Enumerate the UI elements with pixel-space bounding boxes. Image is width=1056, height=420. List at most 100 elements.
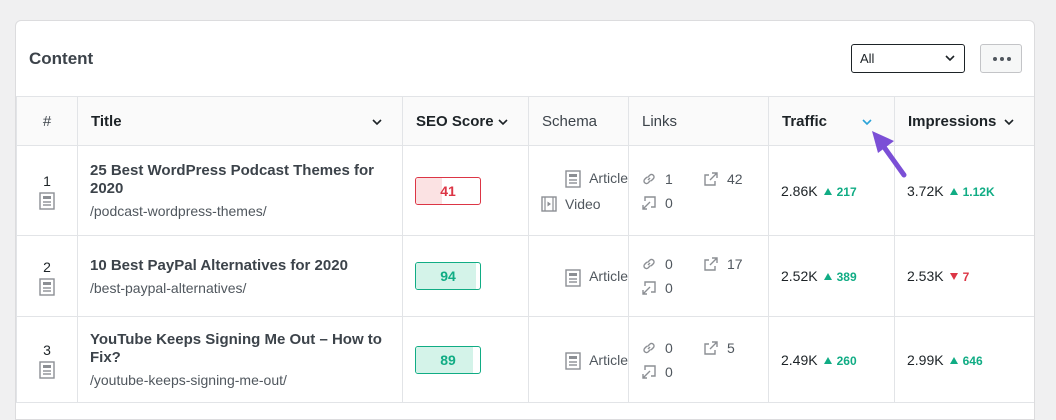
incoming-links: 0 — [641, 280, 703, 296]
column-header-schema: Schema — [528, 96, 629, 146]
incoming-links: 0 — [641, 364, 703, 380]
trend-up-icon — [949, 356, 958, 364]
column-header-links: Links — [628, 96, 769, 146]
links-cell: 0 17 0 — [628, 235, 769, 317]
trend-up-icon — [823, 187, 832, 195]
impressions-cell: 3.72K 1.12K — [894, 145, 1034, 236]
external-link-icon — [704, 171, 718, 186]
chevron-down-icon[interactable] — [497, 116, 509, 128]
row-number-cell: 2 — [16, 235, 78, 317]
traffic-delta-value: 217 — [836, 184, 857, 199]
post-slug: /podcast-wordpress-themes/ — [90, 203, 267, 219]
internal-link-icon — [643, 173, 655, 184]
post-title-link[interactable]: 10 Best PayPal Alternatives for 2020 — [90, 257, 402, 275]
traffic-delta: 260 — [823, 353, 857, 368]
traffic-delta: 217 — [823, 184, 857, 199]
seo-score-badge: 94 — [415, 262, 481, 290]
post-type-icon — [39, 192, 55, 210]
row-number: 1 — [43, 173, 51, 189]
impressions-cell: 2.53K 7 — [894, 235, 1034, 317]
column-header-number: # — [16, 96, 78, 146]
incoming-link-icon — [642, 364, 656, 379]
row-number-cell: 1 — [16, 145, 78, 236]
row-number: 2 — [43, 258, 51, 275]
column-header-seo-score[interactable]: SEO Score — [402, 96, 529, 146]
schema-item: Video — [541, 191, 628, 217]
post-slug: /youtube-keeps-signing-me-out/ — [90, 372, 287, 388]
schema-item: Article — [541, 263, 628, 289]
column-header-title-label: Title — [91, 112, 122, 130]
panel-header: Content All — [16, 21, 1034, 97]
schema-label: Video — [565, 195, 601, 212]
schema-item: Article — [541, 347, 628, 373]
article-icon — [565, 268, 581, 287]
incoming-link-icon — [642, 281, 656, 295]
schema-item: Article — [541, 165, 628, 191]
schema-cell: Article Video — [528, 145, 629, 236]
incoming-link-icon — [642, 195, 656, 210]
table-row: 2 10 Best PayPal Alternatives for 2020 /… — [16, 235, 1034, 317]
trend-up-icon — [949, 187, 958, 195]
panel-title: Content — [29, 49, 94, 68]
traffic-value: 2.49K — [781, 351, 818, 368]
trend-down-icon — [949, 273, 958, 280]
traffic-delta: 389 — [823, 270, 857, 284]
trend-up-icon — [823, 273, 832, 280]
column-header-impressions[interactable]: Impressions — [894, 96, 1034, 146]
external-links-count: 42 — [727, 170, 743, 187]
impressions-value: 2.99K — [907, 351, 944, 368]
video-icon — [541, 195, 557, 212]
seo-score-value: 94 — [440, 268, 456, 284]
seo-score-value: 89 — [440, 351, 456, 368]
title-cell: 25 Best WordPress Podcast Themes for 202… — [77, 145, 403, 236]
row-number-cell: 3 — [16, 316, 78, 403]
internal-links: 0 — [641, 340, 703, 356]
incoming-links-count: 0 — [665, 363, 673, 380]
external-link-icon — [704, 340, 718, 355]
article-icon — [565, 170, 581, 188]
impressions-delta-value: 1.12K — [962, 184, 995, 199]
filter-select[interactable]: All — [851, 44, 965, 73]
traffic-delta-value: 260 — [836, 353, 857, 368]
schema-label: Article — [589, 351, 628, 368]
post-title-link[interactable]: YouTube Keeps Signing Me Out – How to Fi… — [90, 331, 402, 367]
column-header-traffic-label: Traffic — [782, 112, 828, 130]
links-cell: 0 5 0 — [628, 316, 769, 403]
internal-links: 1 — [641, 171, 703, 187]
trend-up-icon — [823, 356, 832, 364]
seo-score-badge: 41 — [415, 176, 481, 205]
seo-score-cell: 89 — [402, 316, 529, 403]
incoming-links: 0 — [641, 195, 703, 211]
title-cell: YouTube Keeps Signing Me Out – How to Fi… — [77, 316, 403, 403]
impressions-value: 3.72K — [907, 182, 944, 199]
column-header-title[interactable]: Title — [77, 96, 403, 146]
seo-score-cell: 41 — [402, 145, 529, 236]
filter-select-value: All — [860, 51, 875, 66]
chevron-down-icon — [945, 55, 955, 62]
impressions-delta: 646 — [949, 354, 983, 368]
external-links: 5 — [703, 340, 743, 356]
external-links-count: 17 — [727, 256, 743, 272]
chevron-down-icon[interactable] — [371, 116, 383, 128]
internal-link-icon — [643, 258, 655, 270]
internal-links: 0 — [641, 256, 703, 272]
more-options-button[interactable] — [980, 44, 1022, 73]
seo-score-value: 41 — [440, 182, 456, 199]
traffic-value: 2.52K — [781, 268, 818, 284]
content-panel: Content All # Title SEO Score Schema Lin… — [15, 20, 1035, 420]
traffic-value: 2.86K — [781, 182, 818, 199]
post-slug: /best-paypal-alternatives/ — [90, 279, 247, 296]
chevron-down-icon[interactable] — [1003, 116, 1015, 128]
seo-score-badge: 89 — [415, 345, 481, 374]
traffic-cell: 2.49K 260 — [768, 316, 895, 403]
incoming-links-count: 0 — [665, 280, 673, 296]
traffic-delta-value: 389 — [836, 270, 857, 284]
external-links-count: 5 — [727, 339, 735, 356]
post-title-link[interactable]: 25 Best WordPress Podcast Themes for 202… — [90, 162, 402, 198]
title-cell: 10 Best PayPal Alternatives for 2020 /be… — [77, 235, 403, 317]
incoming-links-count: 0 — [665, 194, 673, 211]
schema-cell: Article — [528, 316, 629, 403]
impressions-delta: 7 — [949, 270, 969, 284]
external-links: 17 — [703, 256, 743, 272]
schema-label: Article — [589, 169, 628, 186]
